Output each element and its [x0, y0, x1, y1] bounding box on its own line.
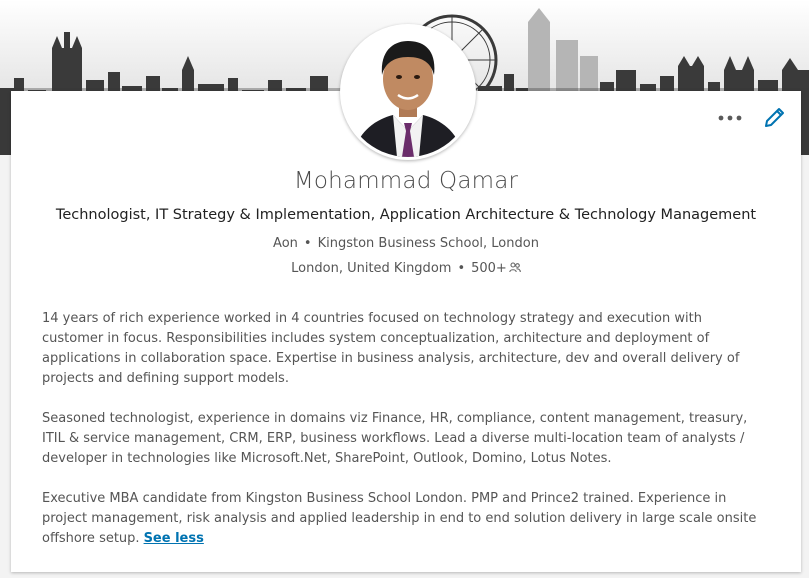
company-link[interactable]: Aon: [273, 236, 298, 251]
connections-count[interactable]: 500+: [471, 261, 507, 276]
summary-paragraph: Executive MBA candidate from Kingston Bu…: [42, 489, 764, 549]
edit-profile-button[interactable]: [760, 104, 788, 132]
summary-paragraph: 14 years of rich experience worked in 4 …: [42, 311, 740, 386]
profile-name: Mohammad Qamar: [293, 168, 519, 194]
profile-summary: 14 years of rich experience worked in 4 …: [42, 309, 764, 569]
people-icon: [509, 262, 521, 273]
pencil-icon: [765, 108, 784, 127]
profile-affiliations: Aon • Kingston Business School, London: [11, 236, 801, 251]
profile-photo[interactable]: [340, 24, 476, 160]
avatar-portrait: [343, 27, 473, 157]
more-horizontal-icon: [718, 115, 742, 121]
profile-headline: Technologist, IT Strategy & Implementati…: [55, 207, 757, 223]
school-link[interactable]: Kingston Business School, London: [318, 236, 539, 251]
more-actions-button[interactable]: [709, 106, 753, 130]
summary-paragraph: Seasoned technologist, experience in dom…: [42, 411, 748, 466]
location-text: London, United Kingdom: [291, 261, 452, 276]
separator-dot: •: [457, 261, 466, 276]
see-less-link[interactable]: See less: [144, 531, 204, 546]
profile-location-connections: London, United Kingdom • 500+: [11, 261, 801, 276]
separator-dot: •: [303, 236, 312, 251]
